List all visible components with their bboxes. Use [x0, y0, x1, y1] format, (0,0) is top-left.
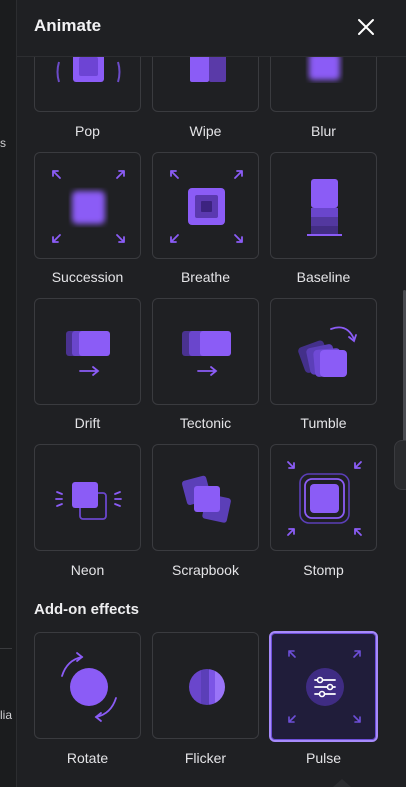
tectonic-icon — [182, 331, 231, 376]
close-button[interactable] — [351, 12, 381, 42]
effect-tile-stomp[interactable] — [270, 444, 377, 551]
effect-tile-drift[interactable] — [34, 298, 141, 405]
effect-tile-tumble[interactable] — [270, 298, 377, 405]
pulse-icon — [288, 650, 361, 723]
effect-label: Stomp — [303, 562, 344, 578]
effect-label: Drift — [74, 415, 101, 431]
effect-tile-tectonic[interactable] — [152, 298, 259, 405]
animate-panel: Pop Wipe Blur Succession Breathe Baselin… — [17, 0, 406, 787]
effect-label: Succession — [51, 269, 124, 285]
addon-label: Rotate — [66, 750, 109, 766]
succession-icon — [52, 170, 125, 243]
effect-label: Tumble — [300, 415, 347, 431]
bottom-tooltip-notch — [333, 779, 351, 787]
panel-header: Animate — [17, 0, 406, 57]
addon-tile-rotate[interactable] — [34, 632, 141, 739]
addon-label: Pulse — [305, 750, 342, 766]
flicker-icon — [189, 669, 225, 705]
close-icon — [358, 19, 374, 35]
left-panel-divider — [0, 648, 12, 649]
effects-scroll-area[interactable]: Pop Wipe Blur Succession Breathe Baselin… — [17, 0, 406, 787]
effect-tile-baseline[interactable] — [270, 152, 377, 259]
breathe-icon — [170, 170, 243, 243]
left-panel-text-fragment: lia — [0, 708, 13, 722]
neon-icon — [55, 482, 122, 520]
effect-label: Blur — [311, 123, 336, 139]
addon-label: Flicker — [184, 750, 227, 766]
addon-tile-pulse[interactable] — [269, 631, 378, 742]
effect-label: Tectonic — [179, 415, 232, 431]
drift-icon — [66, 331, 110, 376]
left-panel-text-fragment: s — [0, 136, 6, 150]
scrapbook-icon — [181, 475, 231, 523]
stomp-icon — [287, 461, 362, 536]
effect-label: Wipe — [189, 123, 222, 139]
effect-tile-succession[interactable] — [34, 152, 141, 259]
panel-resize-handle[interactable] — [394, 440, 406, 490]
effect-label: Scrapbook — [172, 562, 239, 578]
effect-tile-scrapbook[interactable] — [152, 444, 259, 551]
tumble-icon — [298, 326, 357, 377]
effect-tile-breathe[interactable] — [152, 152, 259, 259]
effect-label: Pop — [75, 123, 100, 139]
left-panel-edge: s lia — [0, 0, 17, 787]
effect-tile-neon[interactable] — [34, 444, 141, 551]
effect-label: Breathe — [180, 269, 231, 285]
rotate-icon — [61, 652, 117, 722]
addon-section-title: Add-on effects — [34, 601, 139, 618]
effect-label: Baseline — [296, 269, 351, 285]
addon-tile-flicker[interactable] — [152, 632, 259, 739]
panel-title: Animate — [34, 16, 102, 35]
baseline-icon — [307, 179, 342, 236]
effect-label: Neon — [70, 562, 105, 578]
